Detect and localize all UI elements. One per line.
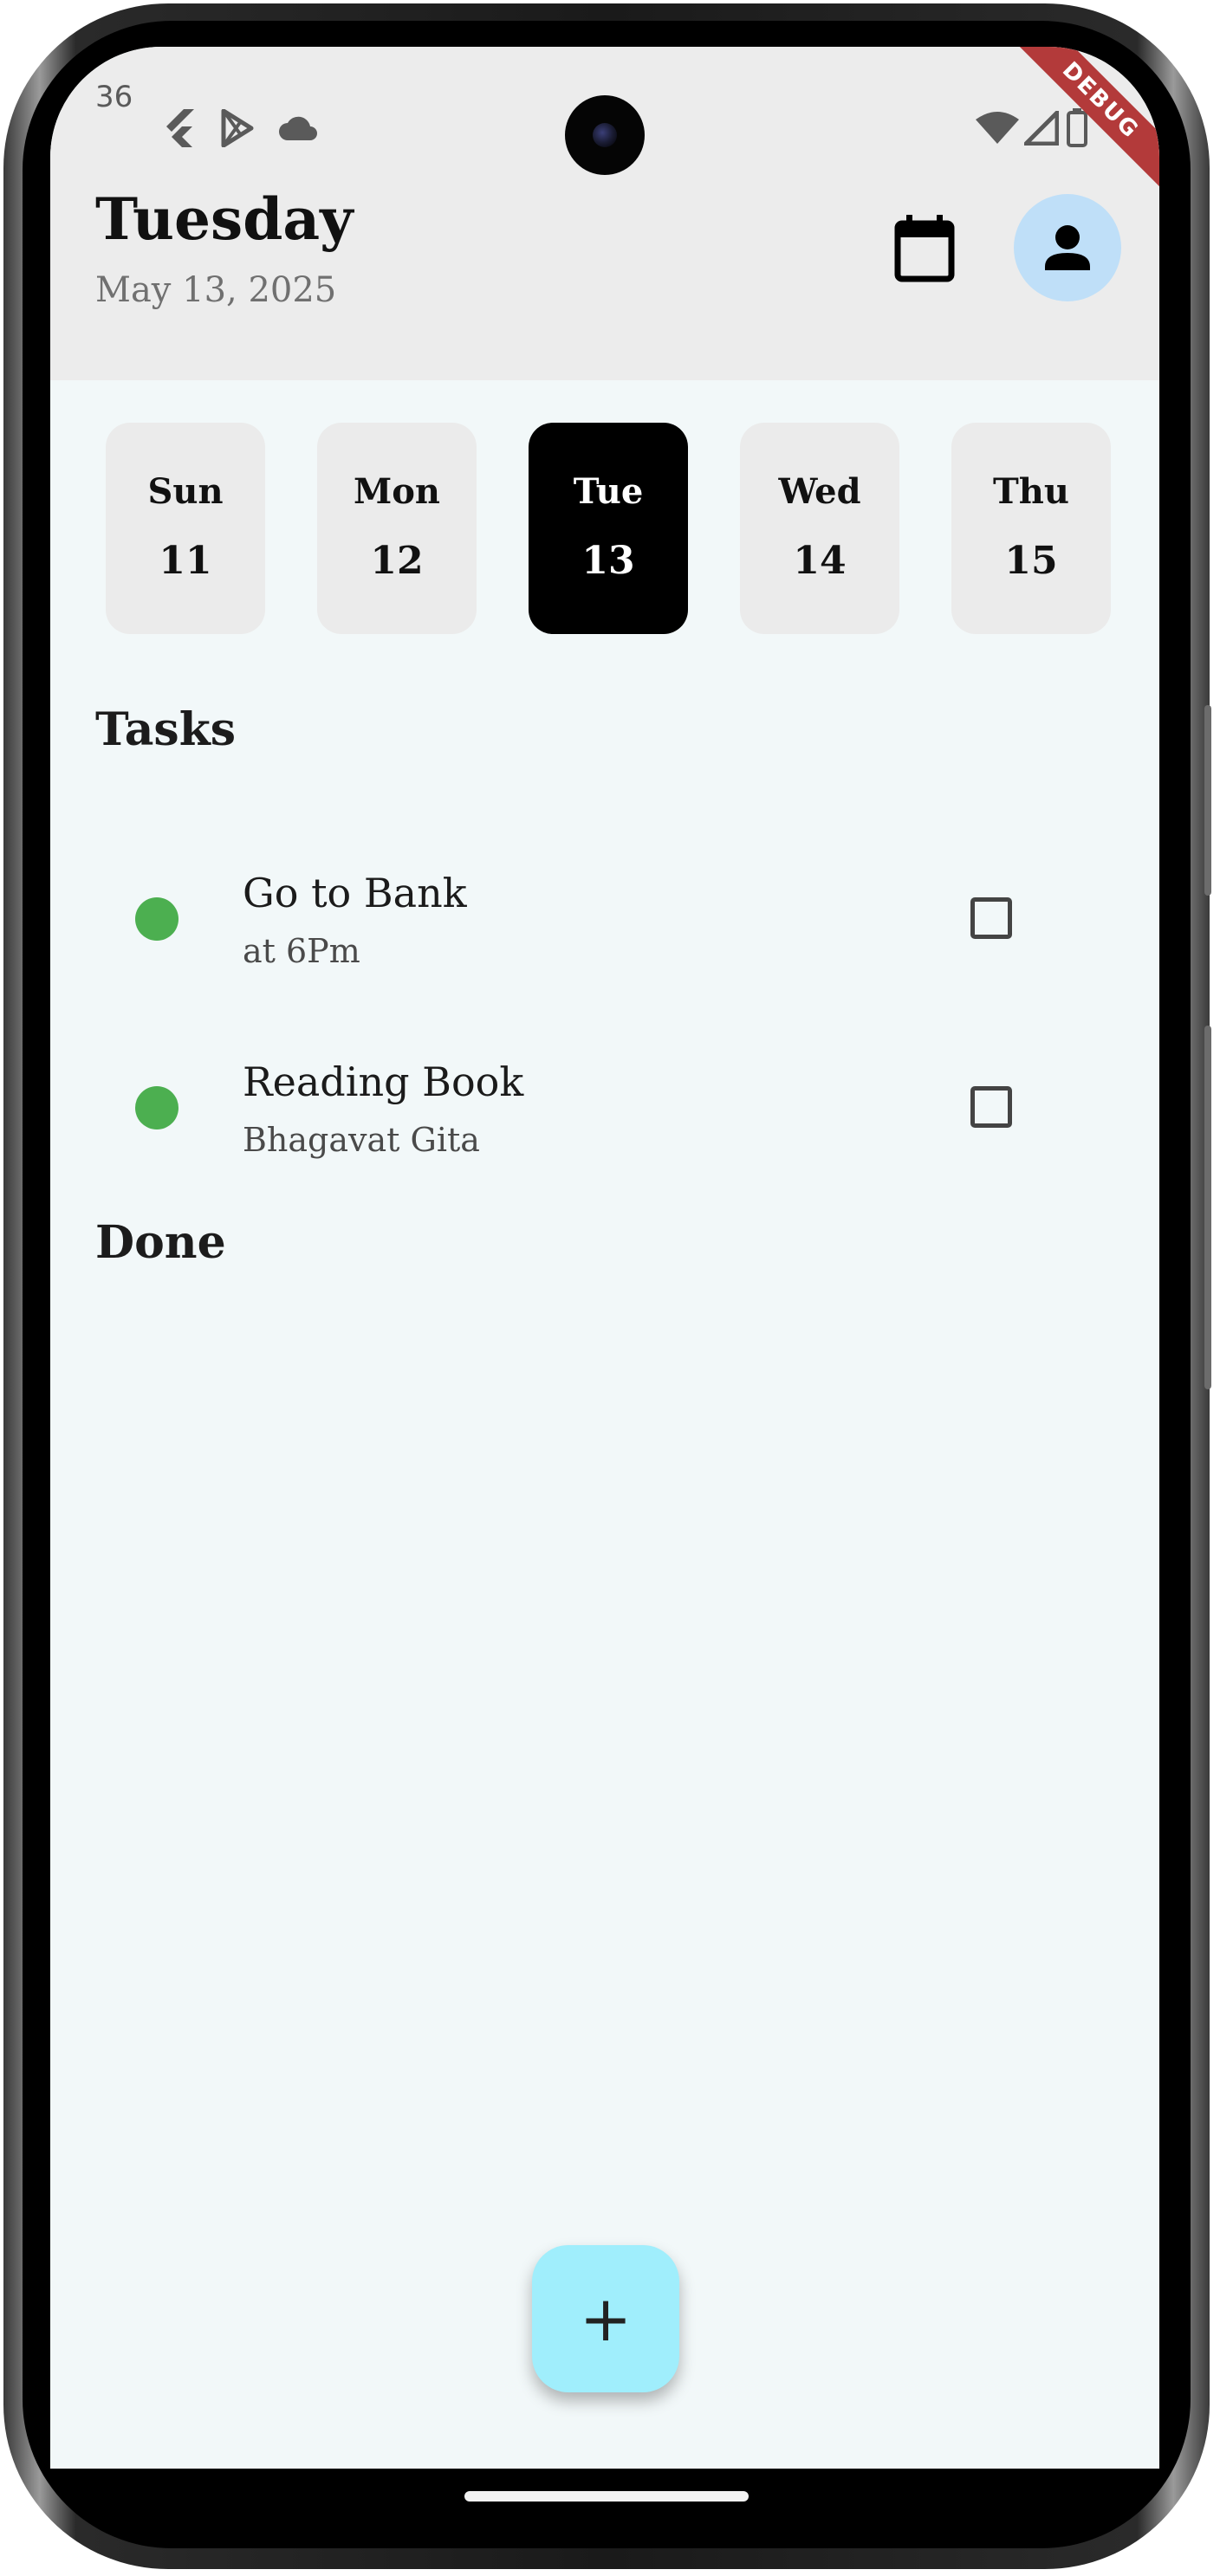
- day-name: Tue: [573, 471, 644, 512]
- app-screen: 36 Tuesday May 13, 2025 DEBUG Sun 11 Mon…: [50, 47, 1159, 2469]
- day-number: 12: [370, 539, 424, 583]
- side-button-top: [1204, 705, 1211, 896]
- day-name: Wed: [778, 471, 861, 512]
- day-number: 14: [793, 539, 847, 583]
- play-store-icon: [221, 109, 254, 147]
- day-name: Mon: [353, 471, 441, 512]
- home-indicator[interactable]: [464, 2491, 749, 2502]
- person-icon: [1045, 225, 1090, 270]
- task-title: Go to Bank: [243, 870, 467, 916]
- day-number: 15: [1004, 539, 1058, 583]
- task-status-dot: [135, 1086, 178, 1129]
- day-name: Sun: [147, 471, 224, 512]
- signal-icon: [1024, 111, 1059, 146]
- day-name: Thu: [993, 471, 1069, 512]
- battery-icon: [1067, 108, 1087, 147]
- task-checkbox[interactable]: [970, 897, 1012, 939]
- status-time: 36: [95, 80, 133, 114]
- task-subtitle: Bhagavat Gita: [243, 1121, 480, 1159]
- calendar-icon[interactable]: [887, 210, 965, 288]
- front-camera: [565, 95, 645, 175]
- task-status-dot: [135, 897, 178, 941]
- done-heading: Done: [95, 1216, 226, 1269]
- task-title: Reading Book: [243, 1058, 524, 1105]
- cloud-icon: [279, 116, 317, 140]
- current-date: May 13, 2025: [95, 270, 337, 310]
- flutter-icon: [166, 109, 194, 147]
- app-header: 36 Tuesday May 13, 2025 DEBUG: [50, 47, 1159, 380]
- day-card-tue-selected[interactable]: Tue 13: [529, 423, 688, 634]
- day-number: 13: [581, 539, 635, 583]
- profile-avatar-button[interactable]: [1014, 194, 1121, 301]
- day-card-sun[interactable]: Sun 11: [106, 423, 265, 634]
- page-title: Tuesday: [95, 185, 354, 253]
- task-item[interactable]: Reading Book Bhagavat Gita: [50, 1052, 1159, 1181]
- task-item[interactable]: Go to Bank at 6Pm: [50, 861, 1159, 991]
- plus-icon: +: [579, 2282, 633, 2355]
- day-selector: Sun 11 Mon 12 Tue 13 Wed 14 Thu 15: [106, 423, 1111, 636]
- side-button-bottom: [1204, 1026, 1211, 1389]
- day-card-wed[interactable]: Wed 14: [740, 423, 899, 634]
- wifi-icon: [976, 112, 1019, 144]
- day-number: 11: [159, 539, 212, 583]
- tasks-heading: Tasks: [95, 703, 236, 756]
- task-subtitle: at 6Pm: [243, 932, 360, 970]
- day-card-thu[interactable]: Thu 15: [951, 423, 1111, 634]
- add-task-button[interactable]: +: [532, 2245, 679, 2392]
- day-card-mon[interactable]: Mon 12: [317, 423, 477, 634]
- task-checkbox[interactable]: [970, 1086, 1012, 1128]
